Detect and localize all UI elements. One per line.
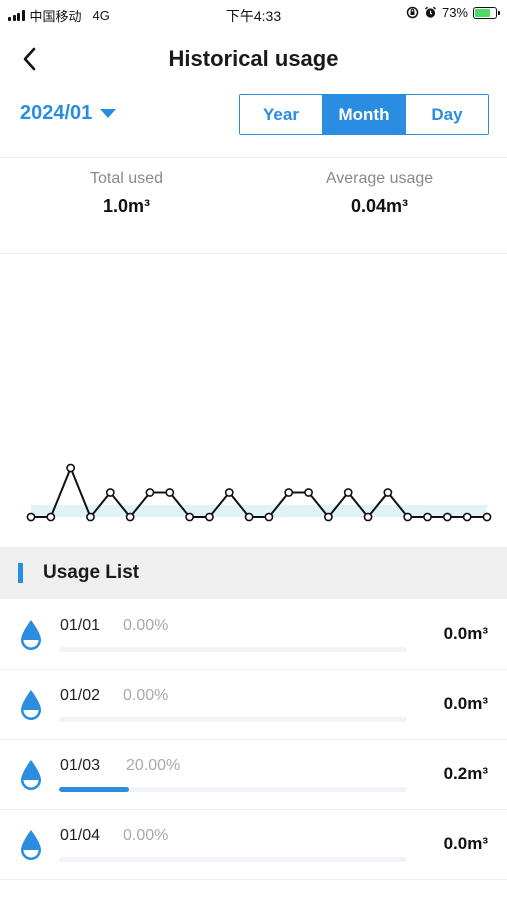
chart-point-01/23[interactable]	[462, 512, 472, 522]
list-item[interactable]: 01/01 0.00% 0.0m³	[0, 600, 507, 670]
water-drop-icon	[19, 619, 43, 651]
usage-line-chart	[26, 463, 492, 522]
list-item-percent: 0.00%	[123, 827, 169, 844]
status-bar: 中国移动 4G 下午4:33 73%	[0, 0, 507, 28]
usage-list: 01/01 0.00% 0.0m³ 01/02 0.00% 0.0m³ 01/03 20.00…	[0, 600, 507, 880]
list-item-value: 0.0m³	[443, 624, 488, 643]
chart-point-01/05[interactable]	[105, 488, 115, 497]
total-used-value: 1.0m³	[102, 196, 151, 216]
list-item-date: 01/02	[60, 687, 101, 704]
chart-point-01/12[interactable]	[244, 512, 254, 522]
list-item-percent: 0.00%	[123, 687, 169, 704]
chart-point-01/19[interactable]	[383, 488, 393, 497]
list-item[interactable]: 01/02 0.00% 0.0m³	[0, 670, 507, 740]
usage-list-header: Usage List	[0, 547, 507, 599]
filter-row: 2024/01 Year Month Day	[0, 92, 507, 138]
average-usage-label: Average usage	[325, 170, 434, 187]
chart-point-01/14[interactable]	[284, 488, 294, 497]
battery-icon	[473, 6, 500, 19]
chart-point-01/11[interactable]	[224, 488, 234, 497]
list-item-progress-fill	[59, 787, 129, 792]
section-accent-bar	[18, 563, 23, 583]
divider	[0, 157, 507, 158]
nav-bar: Historical usage	[0, 30, 507, 90]
chart-point-01/22[interactable]	[442, 512, 452, 522]
water-drop-icon	[19, 829, 43, 861]
water-drop-icon	[19, 759, 43, 791]
tab-day[interactable]: Day	[405, 95, 488, 134]
usage-summary: Total used 1.0m³ Average usage 0.04m³	[0, 170, 507, 240]
chart-point-01/08[interactable]	[165, 488, 175, 497]
month-picker[interactable]: 2024/01	[20, 102, 117, 125]
chart-point-01/20[interactable]	[403, 512, 413, 522]
list-item-value: 0.0m³	[443, 834, 488, 853]
chart-point-01/02[interactable]	[46, 512, 56, 522]
chart-point-01/21[interactable]	[423, 512, 432, 522]
list-item[interactable]: 01/04 0.00% 0.0m³	[0, 810, 507, 880]
tab-year[interactable]: Year	[240, 95, 322, 134]
chart-point-01/13[interactable]	[264, 512, 274, 522]
list-item-date: 01/01	[60, 617, 101, 634]
water-drop-icon	[19, 689, 43, 721]
list-item-value: 0.2m³	[443, 764, 488, 783]
orientation-lock-icon	[406, 6, 419, 19]
list-item[interactable]: 01/03 20.00% 0.2m³	[0, 740, 507, 810]
chart-point-01/16[interactable]	[323, 512, 333, 522]
chart-point-01/18[interactable]	[363, 512, 373, 522]
list-item-percent: 20.00%	[126, 757, 181, 774]
list-item-progress-bar	[59, 647, 407, 652]
list-item-progress-bar	[59, 717, 407, 722]
divider	[0, 253, 507, 254]
chart-point-01/17[interactable]	[343, 488, 353, 497]
month-picker-value: 2024/01	[20, 102, 93, 124]
average-usage-value: 0.04m³	[350, 196, 409, 216]
chart-point-01/07[interactable]	[145, 488, 155, 497]
chart-point-01/04[interactable]	[86, 512, 95, 522]
total-used-label: Total used	[90, 170, 163, 187]
average-usage-stat: Average usage 0.04m³	[253, 170, 506, 217]
page-title: Historical usage	[168, 46, 339, 71]
list-item-progress-bar	[59, 787, 407, 792]
chart-point-01/15[interactable]	[304, 488, 313, 497]
chart-point-01/01[interactable]	[26, 512, 36, 522]
chart-point-01/09[interactable]	[185, 512, 195, 522]
list-item-percent: 0.00%	[123, 617, 169, 634]
total-used-stat: Total used 1.0m³	[0, 170, 253, 217]
list-item-date: 01/04	[60, 827, 101, 844]
list-item-value: 0.0m³	[443, 694, 488, 713]
chart-point-01/10[interactable]	[205, 512, 214, 522]
alarm-icon	[424, 6, 436, 18]
caret-down-icon	[100, 109, 117, 118]
battery-percent: 73%	[441, 5, 468, 20]
chart-point-01/24[interactable]	[482, 512, 492, 522]
list-item-progress-bar	[59, 857, 407, 862]
chart-point-01/03[interactable]	[66, 463, 76, 473]
chart-point-01/06[interactable]	[125, 512, 135, 522]
status-right: 73%	[406, 5, 500, 20]
usage-list-title: Usage List	[43, 562, 140, 583]
period-segmented-control: Year Month Day	[239, 94, 489, 135]
list-item-date: 01/03	[60, 757, 101, 774]
tab-month[interactable]: Month	[322, 95, 405, 134]
